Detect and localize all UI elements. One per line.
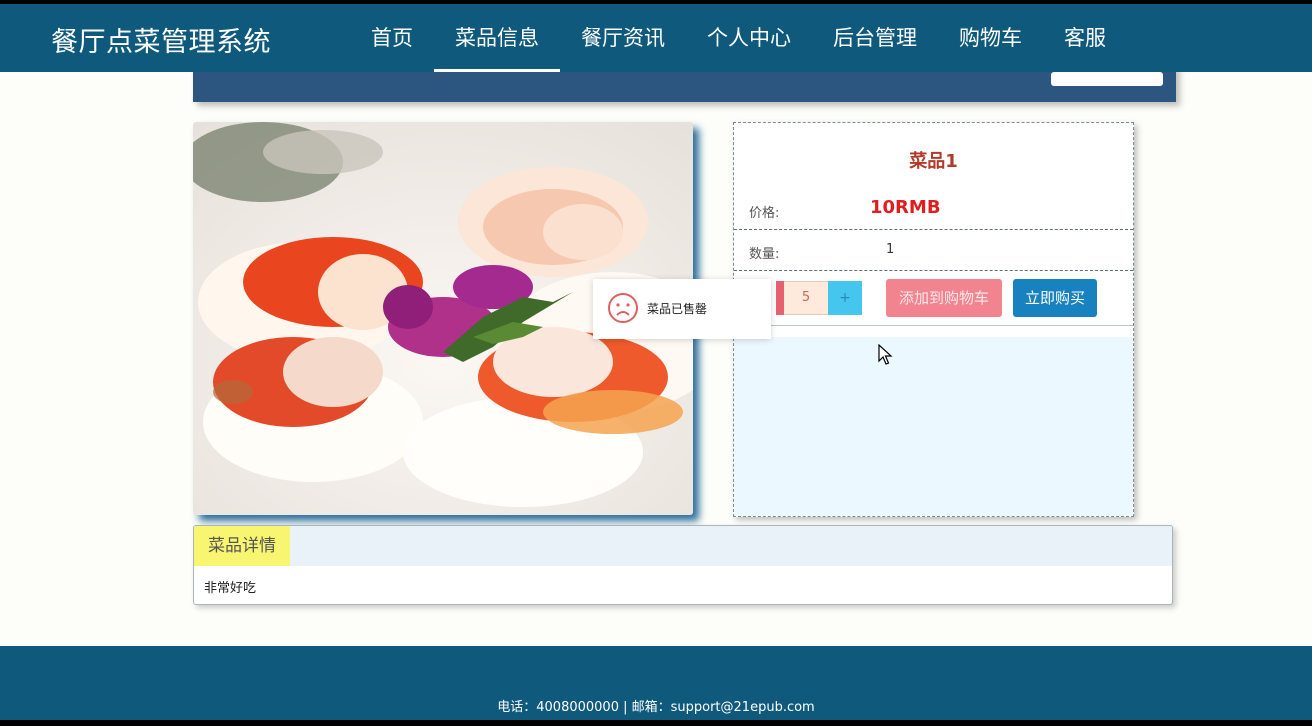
price-row: 价格: 10RMB (734, 189, 1133, 230)
page: 餐厅点菜管理系统 首页 菜品信息 餐厅资讯 个人中心 后台管理 购物车 客服 菜… (0, 4, 1312, 720)
footer-contact: 电话：4008000000 | 邮箱：support@21epub.com (497, 700, 815, 715)
info-panel-lower (734, 337, 1133, 516)
nav-item-dishes[interactable]: 菜品信息 (434, 4, 560, 72)
nav-item-news[interactable]: 餐厅资讯 (560, 4, 686, 72)
panel-divider (734, 325, 1133, 326)
sad-face-icon (607, 292, 639, 328)
main-nav: 首页 菜品信息 餐厅资讯 个人中心 后台管理 购物车 客服 (350, 4, 1127, 72)
price-value: 10RMB (870, 197, 941, 218)
dish-detail-box: 菜品详情 非常好吃 (193, 525, 1173, 605)
buy-now-button[interactable]: 立即购买 (1013, 279, 1097, 317)
footer: 电话：4008000000 | 邮箱：support@21epub.com (0, 646, 1312, 720)
price-label: 价格: (749, 206, 780, 221)
nav-item-home[interactable]: 首页 (350, 4, 434, 72)
nav-item-admin[interactable]: 后台管理 (812, 4, 938, 72)
tab-dish-detail[interactable]: 菜品详情 (194, 526, 290, 566)
toast-message: 菜品已售罄 (647, 302, 708, 316)
nav-item-cart[interactable]: 购物车 (938, 4, 1043, 72)
banner-strip-button[interactable] (1051, 72, 1163, 86)
quantity-value: 1 (886, 242, 895, 257)
quantity-label: 数量: (749, 247, 780, 262)
site-title: 餐厅点菜管理系统 (51, 27, 271, 58)
quantity-decrement-button[interactable] (776, 281, 784, 315)
product-info-panel: 菜品1 价格: 10RMB 数量: 1 5 + 添加到购物车 立即购买 (733, 122, 1134, 517)
sold-out-toast: 菜品已售罄 (593, 279, 771, 339)
quantity-row: 数量: 1 (734, 230, 1133, 271)
nav-item-service[interactable]: 客服 (1043, 4, 1127, 72)
product-title: 菜品1 (909, 151, 958, 172)
nav-item-profile[interactable]: 个人中心 (686, 4, 812, 72)
top-nav-bar: 餐厅点菜管理系统 首页 菜品信息 餐厅资讯 个人中心 后台管理 购物车 客服 (0, 4, 1312, 72)
add-to-cart-button[interactable]: 添加到购物车 (886, 279, 1002, 317)
quantity-increment-button[interactable]: + (828, 281, 862, 315)
mouse-cursor-icon (878, 343, 894, 370)
detail-header: 菜品详情 (194, 526, 1172, 566)
detail-content: 非常好吃 (204, 581, 257, 596)
quantity-input[interactable]: 5 (784, 281, 828, 315)
